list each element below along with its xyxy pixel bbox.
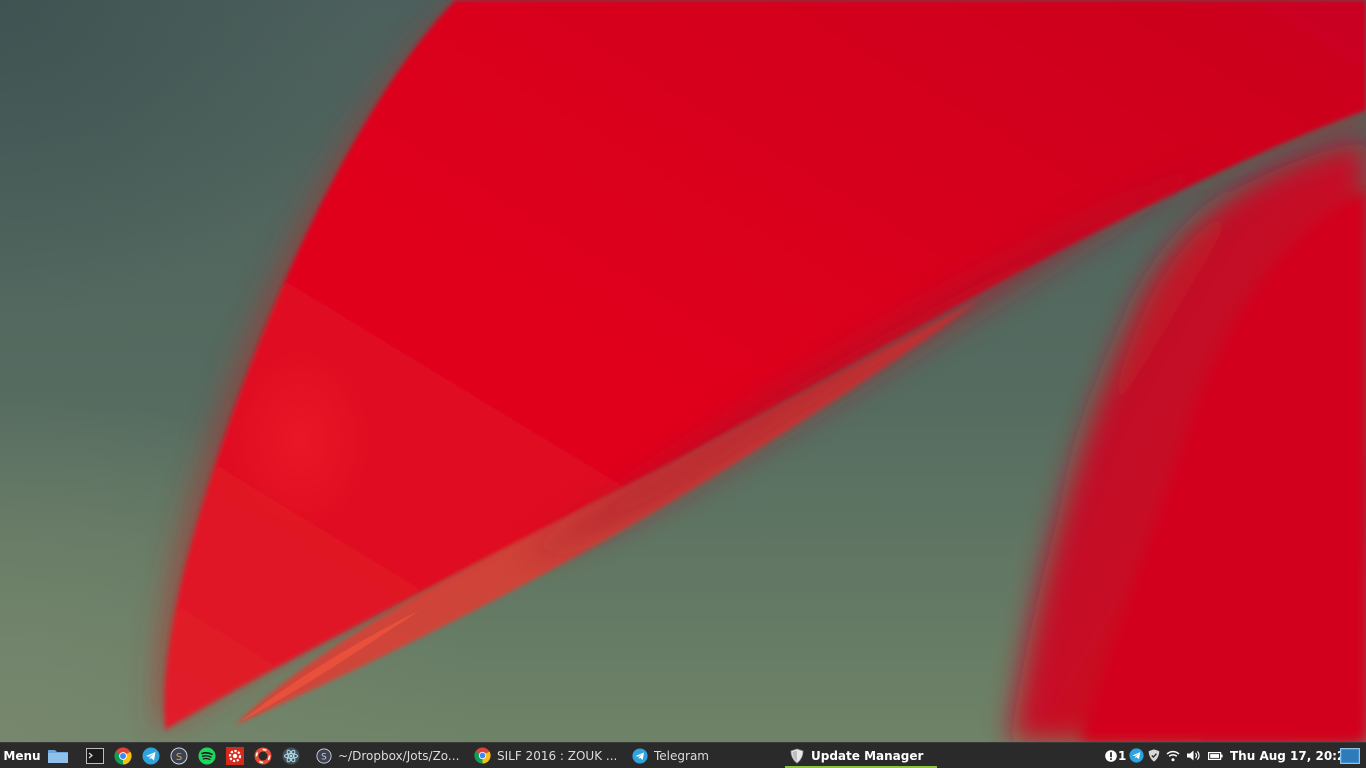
folder-icon [48, 749, 68, 763]
tray-power[interactable] [1208, 743, 1223, 768]
gear-red-icon [226, 746, 244, 765]
task-label: SILF 2016 : ZOUK ... [497, 748, 618, 763]
task-telegram[interactable]: Telegram [632, 743, 709, 768]
task-label: ~/Dropbox/Jots/Zo... [338, 748, 460, 763]
launcher-files[interactable] [46, 743, 70, 768]
lifebuoy-icon [254, 747, 272, 764]
atom-icon [282, 747, 300, 764]
launcher-settings[interactable] [223, 743, 247, 768]
shield-icon [789, 748, 805, 764]
task-simplenote[interactable]: S ~/Dropbox/Jots/Zo... [316, 743, 459, 768]
tray-sound[interactable] [1186, 743, 1201, 768]
telegram-tray-icon [1129, 748, 1144, 763]
tray-update-manager[interactable] [1147, 743, 1161, 768]
menu-button[interactable]: Menu [0, 743, 44, 768]
telegram-icon [632, 747, 648, 764]
wifi-icon [1166, 750, 1180, 761]
volume-icon [1187, 750, 1200, 761]
terminal-icon [86, 747, 104, 764]
clock[interactable]: Thu Aug 17, 20:29 [1230, 743, 1354, 768]
tray-network[interactable] [1166, 743, 1180, 768]
task-update-manager[interactable]: Update Manager [789, 743, 923, 768]
notification-count: 1 [1118, 748, 1127, 763]
task-label: Update Manager [811, 748, 924, 763]
launcher-atom[interactable] [279, 743, 303, 768]
launcher-help[interactable] [251, 743, 275, 768]
show-desktop-button[interactable] [1340, 743, 1360, 768]
launcher-spotify[interactable] [195, 743, 219, 768]
task-label: Telegram [654, 748, 709, 763]
taskbar-panel: Menu S S ~/Dropbox/Jots/Zo... SILF 2016 … [0, 742, 1366, 768]
launcher-simplenote[interactable]: S [167, 743, 191, 768]
telegram-icon [142, 747, 160, 764]
chrome-icon [474, 747, 491, 764]
svg-text:S: S [321, 752, 327, 762]
spotify-icon [198, 747, 216, 764]
desktop-wallpaper [0, 0, 1366, 742]
notification-icon [1105, 749, 1117, 762]
simplenote-icon: S [170, 747, 188, 764]
launcher-terminal[interactable] [83, 743, 107, 768]
tray-notifications[interactable]: 1 [1105, 743, 1126, 768]
simplenote-icon: S [316, 747, 332, 764]
launcher-chrome[interactable] [111, 743, 135, 768]
flower-petals-image [156, 0, 1366, 742]
shield-tray-icon [1148, 749, 1160, 762]
show-desktop-icon [1340, 747, 1360, 764]
tray-telegram[interactable] [1129, 743, 1144, 768]
svg-text:S: S [176, 752, 182, 763]
task-chrome[interactable]: SILF 2016 : ZOUK ... [474, 743, 617, 768]
battery-icon [1208, 751, 1223, 760]
launcher-telegram[interactable] [139, 743, 163, 768]
chrome-icon [114, 747, 132, 765]
